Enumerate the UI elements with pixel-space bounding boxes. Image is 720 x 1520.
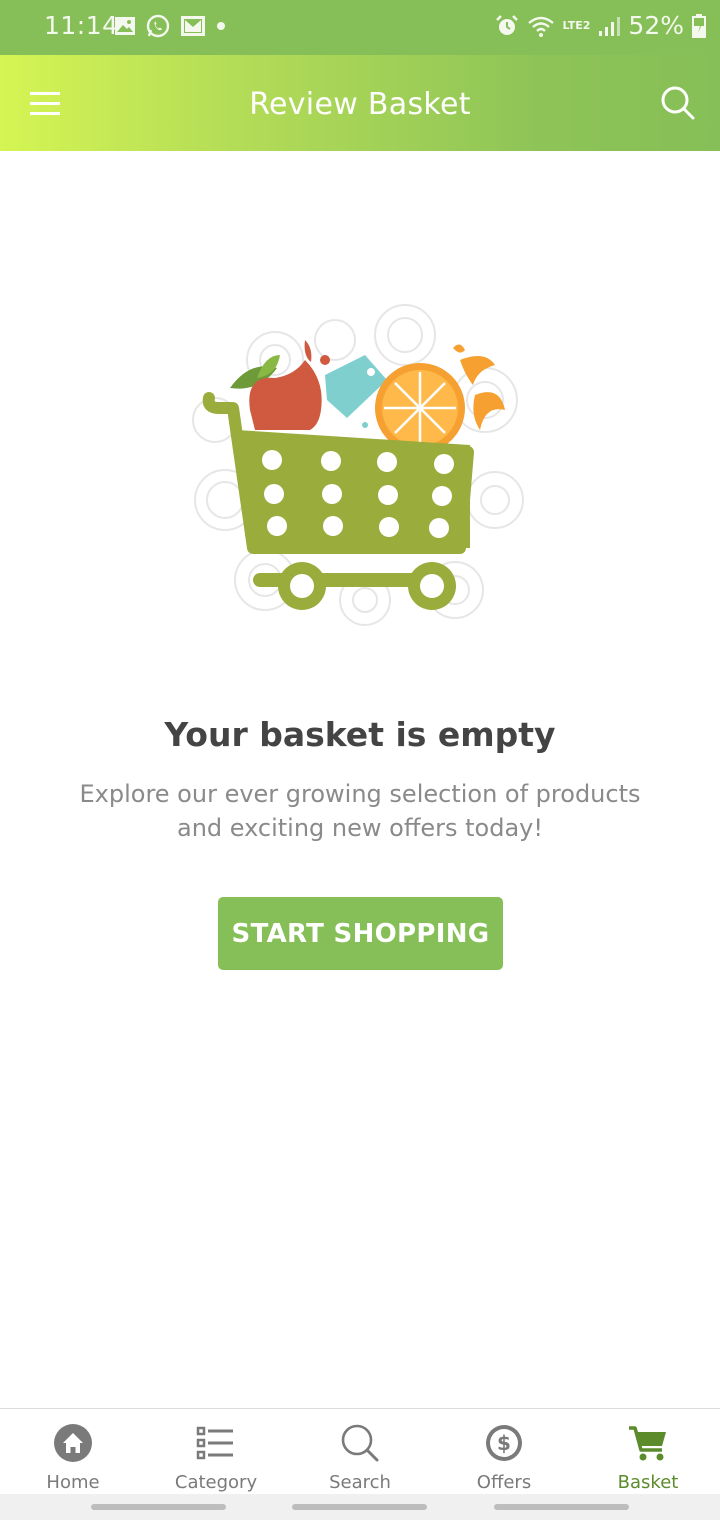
gesture-pill-center[interactable]	[292, 1504, 427, 1510]
nav-item-home[interactable]: Home	[1, 1409, 145, 1499]
search-button[interactable]	[658, 81, 698, 125]
nav-item-search[interactable]: Search	[288, 1409, 432, 1499]
gesture-pill-left[interactable]	[91, 1504, 226, 1510]
status-bar: 11:14 LTE2 52%	[0, 0, 720, 55]
empty-basket-illustration	[185, 300, 535, 630]
battery-icon	[692, 13, 706, 38]
nav-label-basket: Basket	[617, 1472, 679, 1493]
empty-basket-title: Your basket is empty	[164, 715, 556, 754]
mail-icon	[180, 15, 206, 37]
start-shopping-button[interactable]: START SHOPPING	[218, 897, 503, 970]
gesture-bar	[0, 1494, 720, 1520]
orange-slice-shape	[375, 363, 465, 453]
battery-percent: 52%	[628, 11, 684, 40]
nav-item-basket[interactable]: Basket	[576, 1409, 720, 1499]
svg-text:$: $	[497, 1431, 511, 1455]
image-icon	[114, 15, 136, 37]
dot-icon	[216, 21, 226, 31]
alarm-icon	[495, 14, 519, 38]
whatsapp-icon	[146, 14, 170, 38]
nav-label-category: Category	[174, 1472, 258, 1493]
app-bar: Review Basket	[0, 55, 720, 151]
nav-label-home: Home	[46, 1472, 100, 1493]
search-icon	[341, 1424, 379, 1462]
list-icon	[196, 1426, 233, 1460]
status-notification-icons	[114, 14, 226, 38]
nav-label-offers: Offers	[476, 1472, 532, 1493]
empty-basket-message-line1: Explore our ever growing selection of pr…	[79, 780, 641, 808]
nav-item-category[interactable]: Category	[144, 1409, 288, 1499]
status-system-icons: LTE2 52%	[495, 11, 706, 40]
signal-icon	[598, 14, 621, 38]
dollar-coin-icon: $	[486, 1425, 522, 1461]
empty-basket-message-line2: and exciting new offers today!	[177, 814, 543, 842]
wifi-icon	[527, 14, 555, 38]
home-icon	[54, 1424, 92, 1462]
status-time: 11:14	[44, 11, 119, 40]
search-icon	[661, 86, 695, 120]
cart-icon	[629, 1426, 666, 1461]
network-type: LTE2	[562, 19, 591, 32]
nav-item-offers[interactable]: $ Offers	[432, 1409, 576, 1499]
nav-label-search: Search	[329, 1472, 391, 1493]
gesture-pill-right[interactable]	[494, 1504, 629, 1510]
page-title: Review Basket	[249, 87, 471, 122]
